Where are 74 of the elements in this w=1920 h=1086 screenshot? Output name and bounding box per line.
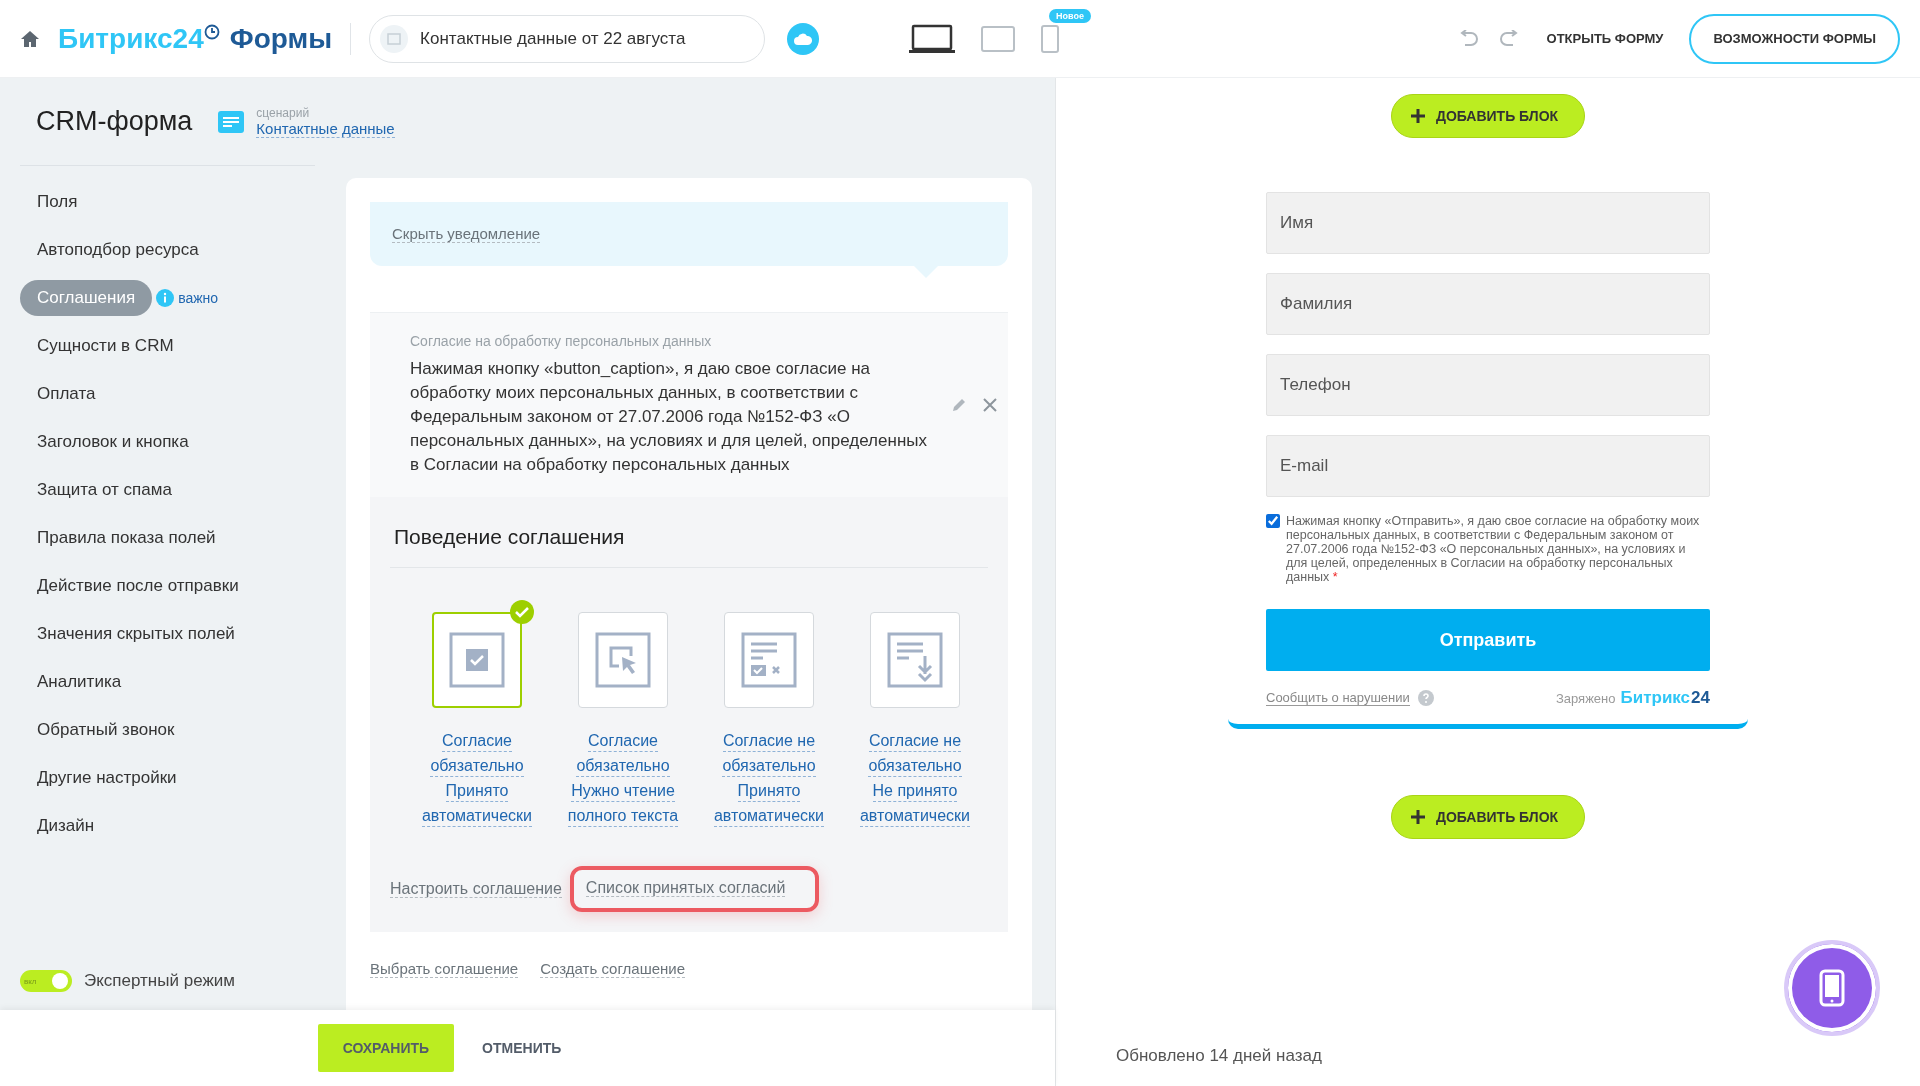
section-title: Поведение соглашения bbox=[390, 525, 988, 568]
option-tile[interactable] bbox=[870, 612, 960, 708]
close-icon[interactable] bbox=[983, 398, 997, 412]
save-button[interactable]: СОХРАНИТЬ bbox=[317, 1024, 455, 1072]
input-field[interactable]: Телефон bbox=[1266, 354, 1710, 416]
option-link[interactable]: Согласие не обязательно Не принято автоматически bbox=[859, 730, 971, 830]
nav-item[interactable]: Поля bbox=[20, 184, 95, 220]
cancel-button[interactable]: ОТМЕНИТЬ bbox=[476, 1039, 568, 1057]
option-tile[interactable] bbox=[432, 612, 522, 708]
expert-mode-label: Экспертный режим bbox=[84, 971, 235, 991]
add-block-button[interactable]: ДОБАВИТЬ БЛОК bbox=[1390, 795, 1586, 839]
input-field[interactable]: Фамилия bbox=[1266, 273, 1710, 335]
option-link[interactable]: Согласие обязательно Нужно чтение полного текста bbox=[567, 730, 679, 830]
clock-icon bbox=[203, 23, 220, 40]
agreement-link[interactable]: Настроить соглашение bbox=[390, 880, 562, 898]
nav-item[interactable]: Заголовок и кнопка bbox=[20, 424, 206, 460]
option-tile[interactable] bbox=[724, 612, 814, 708]
important-label: важно bbox=[178, 290, 219, 306]
tablet-icon bbox=[981, 25, 1016, 52]
image-icon bbox=[380, 24, 409, 53]
plus-icon bbox=[1409, 108, 1426, 124]
form-features-button[interactable]: ВОЗМОЖНОСТИ ФОРМЫ bbox=[1689, 13, 1900, 64]
nav-item[interactable]: Защита от спама bbox=[20, 472, 189, 508]
agreement-action-link[interactable]: Выбрать соглашение bbox=[370, 960, 519, 978]
agreement-text: Нажимая кнопку «button_caption», я даю свое согласие на обработку моих персональных данных, в соответствии с Федеральным законом от 27.07.2006 года №152-ФЗ «О персональных данных», на условиях и для целей, определенных в Согласии на обработку персональных данных bbox=[410, 358, 928, 476]
open-form-button[interactable]: ОТКРЫТЬ ФОРМУ bbox=[1540, 30, 1670, 47]
cursor-icon bbox=[595, 632, 651, 688]
nav-item[interactable]: Значения скрытых полей bbox=[20, 616, 252, 652]
nav-item[interactable]: Действие после отправки bbox=[20, 568, 256, 604]
nav-item[interactable]: Дизайн bbox=[20, 808, 112, 844]
phone-icon bbox=[1041, 24, 1060, 53]
input-field[interactable]: Имя bbox=[1266, 192, 1710, 254]
nav-item[interactable]: Оплата bbox=[20, 376, 113, 412]
new-badge: Новое bbox=[1049, 8, 1092, 23]
add-block-button[interactable]: ДОБАВИТЬ БЛОК bbox=[1390, 94, 1586, 138]
option-link[interactable]: Согласие не обязательно Принято автоматически bbox=[713, 730, 825, 830]
scenario-label: сценарий bbox=[256, 105, 311, 120]
plus-icon bbox=[1409, 809, 1426, 825]
edit-icon[interactable] bbox=[951, 397, 967, 413]
agreement-link[interactable]: Список принятых согласий bbox=[585, 879, 786, 897]
input-field[interactable]: E-mail bbox=[1266, 435, 1710, 497]
option-tile[interactable] bbox=[578, 612, 668, 708]
nav-item[interactable]: Автоподбор ресурса bbox=[20, 232, 216, 268]
help-icon[interactable] bbox=[1417, 690, 1434, 706]
nav-item[interactable]: Сущности в CRM bbox=[20, 328, 191, 364]
phone-icon bbox=[1819, 969, 1845, 1007]
nav-item[interactable]: Другие настройки bbox=[20, 760, 194, 796]
home-icon[interactable] bbox=[20, 29, 40, 48]
checkbox-icon bbox=[449, 632, 505, 688]
option-link[interactable]: Согласие обязательно Принято автоматически bbox=[421, 730, 533, 830]
check-badge-icon bbox=[510, 600, 534, 624]
laptop-icon bbox=[909, 23, 956, 54]
document-check-icon bbox=[741, 632, 797, 688]
scenario-link[interactable]: Контактные данные bbox=[256, 119, 395, 138]
list-icon bbox=[218, 110, 245, 133]
hide-notice-link[interactable]: Скрыть уведомление bbox=[392, 225, 541, 243]
logo: Битрикс24 Формы bbox=[58, 22, 352, 55]
cloud-button[interactable] bbox=[787, 22, 820, 55]
powered-by-label: Заряжено Битрикс24 bbox=[1555, 688, 1710, 708]
required-mark: * bbox=[1332, 570, 1338, 584]
consent-text: Нажимая кнопку «Отправить», я даю свое согласие на обработку моих персональных данных, в соответствии с Федеральным законом от 27.07.2006 года №152-ФЗ «О персональных данных», на условиях и для целей, определенных в Согласии на обработку персональных данных * bbox=[1286, 514, 1701, 584]
agreement-title: Согласие на обработку персональных данных bbox=[410, 333, 713, 349]
nav-item[interactable]: Аналитика bbox=[20, 664, 139, 700]
document-download-icon bbox=[887, 632, 943, 688]
nav-item[interactable]: Правила показа полей bbox=[20, 520, 233, 556]
consent-checkbox[interactable] bbox=[1266, 514, 1280, 528]
agreement-action-link[interactable]: Создать соглашение bbox=[540, 960, 686, 978]
device-button[interactable] bbox=[909, 23, 956, 54]
updated-label: Обновлено 14 дней назад bbox=[1116, 1046, 1322, 1066]
cloud-icon bbox=[794, 32, 813, 45]
report-link[interactable]: Сообщить о нарушении bbox=[1266, 690, 1410, 706]
nav-item[interactable]: Обратный звонок bbox=[20, 712, 192, 748]
info-icon bbox=[156, 289, 175, 307]
panel-title: CRM-форма bbox=[36, 106, 193, 137]
